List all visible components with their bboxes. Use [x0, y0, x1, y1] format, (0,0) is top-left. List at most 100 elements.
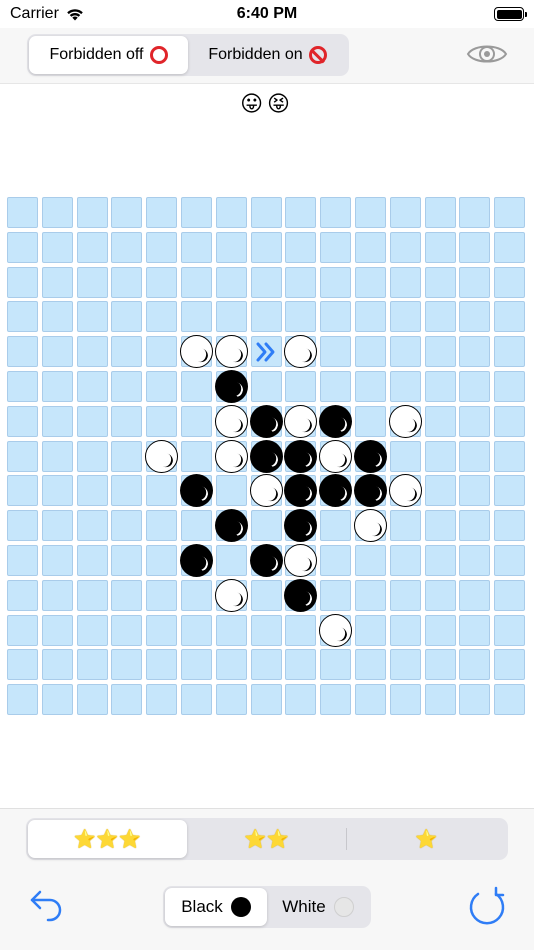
board-cell[interactable]: [7, 545, 38, 576]
board-cell[interactable]: [424, 371, 456, 402]
board-cell[interactable]: [320, 579, 352, 611]
board-cell[interactable]: [424, 197, 456, 228]
board-cell[interactable]: [215, 475, 247, 507]
board-cell[interactable]: [494, 301, 526, 333]
board-cell[interactable]: [494, 440, 526, 472]
board-cell[interactable]: [494, 336, 526, 368]
board-cell[interactable]: [494, 649, 526, 681]
board-cell[interactable]: [320, 510, 352, 542]
board-cell[interactable]: [146, 266, 178, 298]
board-cell[interactable]: [494, 684, 526, 716]
board-cell[interactable]: [41, 266, 73, 298]
board-cell[interactable]: [494, 231, 526, 263]
board-cell[interactable]: [389, 440, 421, 472]
board-cell[interactable]: [111, 301, 143, 333]
board-cell[interactable]: [355, 614, 386, 646]
board-cell[interactable]: [424, 405, 456, 437]
board-cell[interactable]: [111, 197, 143, 228]
board-cell[interactable]: [215, 197, 247, 228]
board-cell[interactable]: [41, 614, 73, 646]
board-cell[interactable]: [181, 614, 212, 646]
board-cell[interactable]: [111, 649, 143, 681]
board-cell[interactable]: [389, 301, 421, 333]
board-cell[interactable]: [424, 440, 456, 472]
board-cell[interactable]: [41, 649, 73, 681]
board-cell[interactable]: [250, 266, 282, 298]
board-cell[interactable]: [494, 405, 526, 437]
board-cell[interactable]: [146, 336, 178, 368]
board-cell[interactable]: [111, 579, 143, 611]
board-cell[interactable]: [215, 649, 247, 681]
forbidden-off-option[interactable]: Forbidden off: [29, 36, 188, 74]
board-cell[interactable]: [7, 579, 38, 611]
board-cell[interactable]: [181, 684, 212, 716]
board-cell[interactable]: [285, 197, 317, 228]
board-cell[interactable]: [215, 301, 247, 333]
board-cell[interactable]: [76, 371, 108, 402]
board-cell[interactable]: [41, 336, 73, 368]
eye-icon[interactable]: [466, 40, 508, 68]
board-cell[interactable]: [146, 231, 178, 263]
board-cell[interactable]: [181, 649, 212, 681]
board-cell[interactable]: [41, 301, 73, 333]
board-cell[interactable]: [76, 475, 108, 507]
board-cell[interactable]: [76, 545, 108, 576]
board-cell[interactable]: [355, 684, 386, 716]
board-cell[interactable]: [355, 231, 386, 263]
board-cell[interactable]: [181, 197, 212, 228]
board-cell[interactable]: [494, 545, 526, 576]
board-cell[interactable]: [76, 231, 108, 263]
board-cell[interactable]: [76, 440, 108, 472]
board-cell[interactable]: [494, 371, 526, 402]
board-cell[interactable]: [111, 371, 143, 402]
board-cell[interactable]: [76, 301, 108, 333]
board-cell[interactable]: [459, 371, 491, 402]
board-cell[interactable]: [111, 510, 143, 542]
board-cell[interactable]: [146, 197, 178, 228]
board-cell[interactable]: [250, 231, 282, 263]
board-cell[interactable]: [424, 579, 456, 611]
board-cell[interactable]: [181, 301, 212, 333]
board-cell[interactable]: [389, 336, 421, 368]
board-cell[interactable]: [424, 301, 456, 333]
board-cell[interactable]: [7, 301, 38, 333]
board-cell[interactable]: [355, 301, 386, 333]
board-cell[interactable]: [285, 371, 317, 402]
white-option[interactable]: White: [267, 888, 369, 926]
board-cell[interactable]: [320, 684, 352, 716]
undo-icon[interactable]: [28, 886, 66, 924]
board-cell[interactable]: [215, 545, 247, 576]
board-cell[interactable]: [181, 231, 212, 263]
board-cell[interactable]: [424, 649, 456, 681]
board-cell[interactable]: [494, 579, 526, 611]
board-cell[interactable]: [215, 614, 247, 646]
board-cell[interactable]: [76, 405, 108, 437]
board-cell[interactable]: [111, 405, 143, 437]
board-cell[interactable]: [250, 197, 282, 228]
board-cell[interactable]: [7, 649, 38, 681]
board-cell[interactable]: [111, 684, 143, 716]
board-cell[interactable]: [389, 684, 421, 716]
board-cell[interactable]: [146, 614, 178, 646]
board-cell[interactable]: [285, 649, 317, 681]
board-cell[interactable]: [111, 614, 143, 646]
board-cell[interactable]: [424, 545, 456, 576]
board-cell[interactable]: [494, 475, 526, 507]
board-cell[interactable]: [320, 266, 352, 298]
board-cell[interactable]: [76, 649, 108, 681]
board-cell[interactable]: [7, 510, 38, 542]
board-cell[interactable]: [355, 579, 386, 611]
board-cell[interactable]: [41, 579, 73, 611]
difficulty-three-stars[interactable]: ⭐⭐⭐: [28, 820, 187, 858]
board-cell[interactable]: [459, 545, 491, 576]
board-cell[interactable]: [424, 231, 456, 263]
board-cell[interactable]: [424, 266, 456, 298]
board-cell[interactable]: [389, 649, 421, 681]
board-cell[interactable]: [320, 545, 352, 576]
board-cell[interactable]: [146, 405, 178, 437]
board-cell[interactable]: [424, 336, 456, 368]
black-option[interactable]: Black: [165, 888, 267, 926]
board-cell[interactable]: [320, 649, 352, 681]
restart-icon[interactable]: [466, 886, 508, 928]
board-cell[interactable]: [146, 301, 178, 333]
